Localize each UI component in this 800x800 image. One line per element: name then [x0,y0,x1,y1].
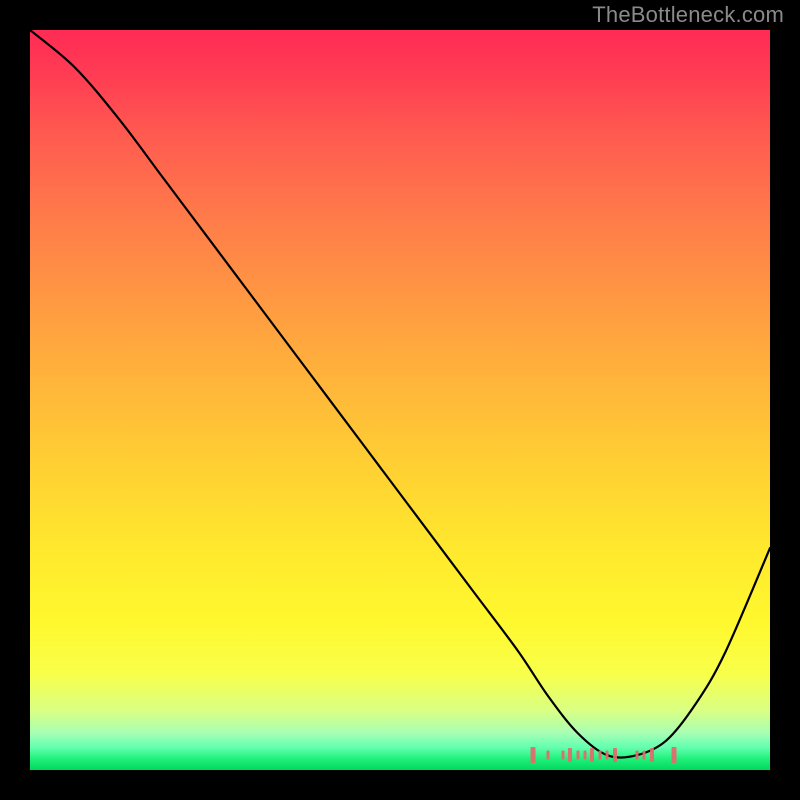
watermark-text: TheBottleneck.com [592,2,784,28]
flat-marker [635,751,638,760]
flat-marker [643,751,646,760]
flat-marker [576,751,579,760]
flat-marker [606,751,609,760]
flat-marker [531,747,536,763]
flat-marker [584,751,587,760]
chart-frame: TheBottleneck.com [0,0,800,800]
flat-marker [561,751,564,760]
bottleneck-curve [30,30,770,758]
curve-svg [30,30,770,770]
flat-marker [568,748,572,762]
flat-marker [590,748,594,762]
flat-marker [598,751,601,760]
flat-marker [547,751,550,760]
flat-marker [650,748,654,762]
flat-marker [613,748,617,762]
flat-marker [671,747,676,763]
plot-area [30,30,770,770]
